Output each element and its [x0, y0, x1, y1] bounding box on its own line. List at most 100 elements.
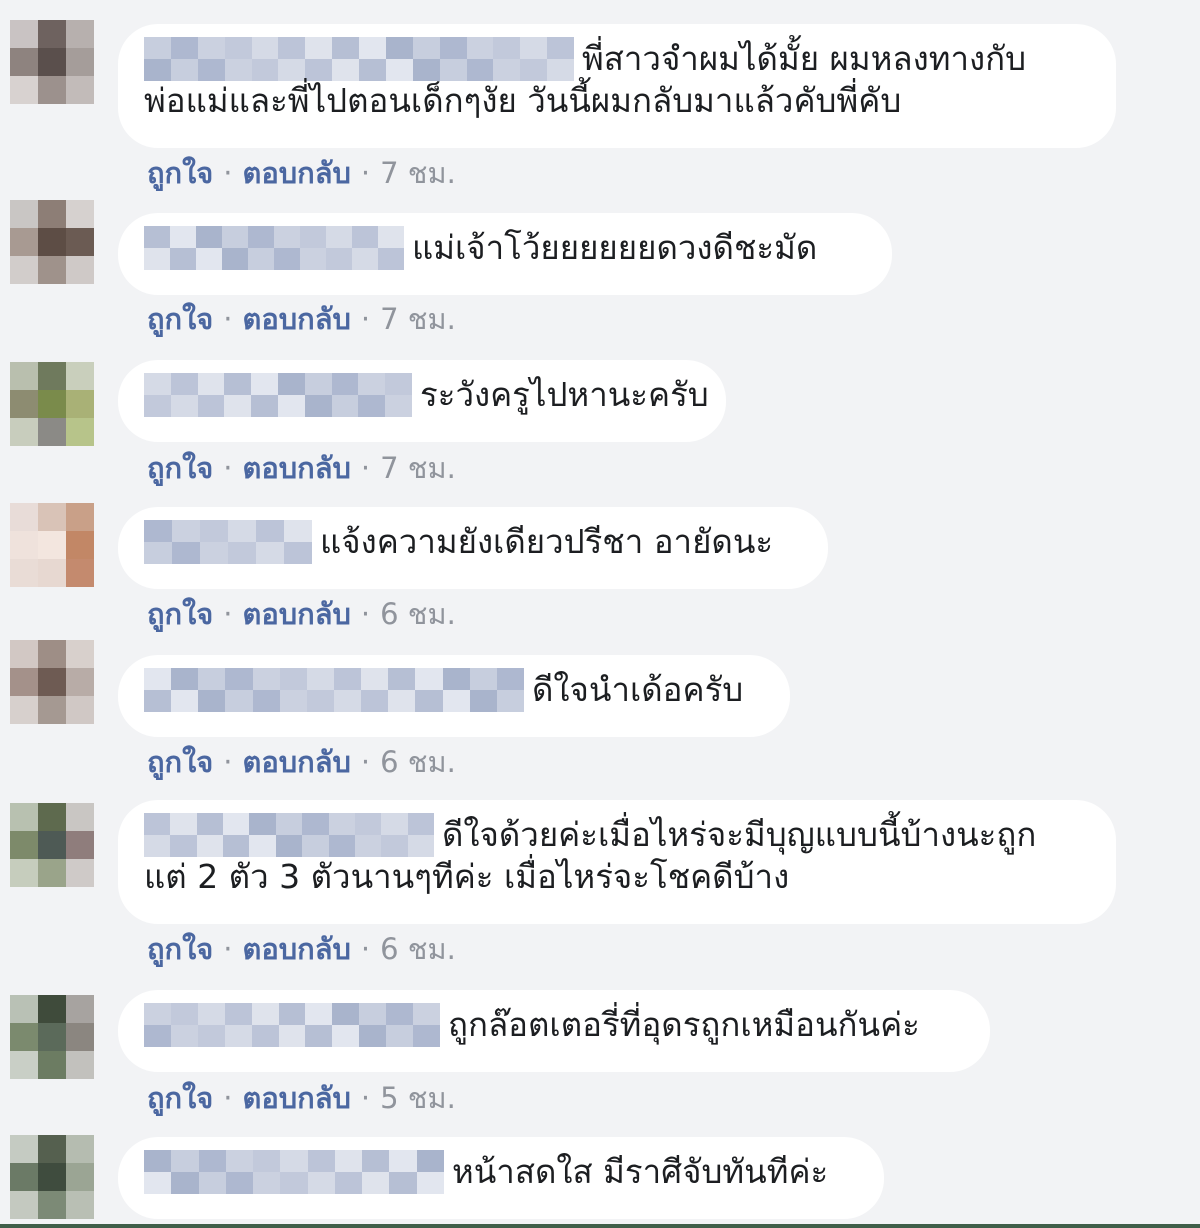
redaction-block	[170, 373, 198, 417]
like-link[interactable]: ถูกใจ	[147, 1081, 213, 1115]
redaction-cell	[171, 1172, 199, 1194]
like-link[interactable]: ถูกใจ	[147, 156, 213, 190]
redaction-block	[224, 37, 252, 81]
redaction-cell	[306, 690, 334, 712]
redaction-cell	[278, 1003, 306, 1025]
avatar-pixel	[10, 503, 38, 531]
avatar-pixel	[38, 696, 66, 724]
redaction-block	[305, 1003, 333, 1047]
avatar[interactable]	[10, 20, 94, 104]
avatar-pixel	[10, 668, 38, 696]
comment-actions: ถูกใจ · ตอบกลับ · 5 ชม.	[147, 1075, 456, 1121]
reply-link[interactable]: ตอบกลับ	[243, 1081, 351, 1115]
redaction-cell	[332, 1003, 360, 1025]
avatar-pixel	[38, 1163, 66, 1191]
redaction-block	[144, 813, 171, 857]
redaction-block	[389, 1150, 417, 1194]
redaction-cell	[278, 59, 306, 81]
comment-actions: ถูกใจ · ตอบกลับ · 6 ชม.	[147, 926, 456, 972]
comment-timestamp[interactable]: 7 ชม.	[380, 302, 456, 336]
avatar[interactable]	[10, 995, 94, 1079]
avatar-pixel	[66, 362, 94, 390]
commenter-name-redacted[interactable]	[144, 520, 312, 564]
like-link[interactable]: ถูกใจ	[147, 932, 213, 966]
avatar[interactable]	[10, 362, 94, 446]
redaction-cell	[251, 1003, 279, 1025]
reply-link[interactable]: ตอบกลับ	[243, 597, 351, 631]
comment-timestamp[interactable]: 6 ชม.	[380, 597, 456, 631]
redaction-block	[144, 1003, 171, 1047]
redaction-cell	[171, 668, 199, 690]
reply-link[interactable]: ตอบกลับ	[243, 451, 351, 485]
avatar[interactable]	[10, 640, 94, 724]
comment-bubble: แม่เจ้าโว้ยยยยยยดวงดีชะมัด	[118, 213, 892, 295]
commenter-name-redacted[interactable]	[144, 226, 404, 270]
redaction-block	[248, 226, 274, 270]
commenter-name-redacted[interactable]	[144, 668, 524, 712]
like-link[interactable]: ถูกใจ	[147, 302, 213, 336]
comment-timestamp[interactable]: 5 ชม.	[380, 1081, 456, 1115]
redaction-cell	[284, 542, 312, 564]
redaction-cell	[222, 248, 248, 270]
redaction-cell	[333, 668, 362, 690]
reply-link[interactable]: ตอบกลับ	[243, 302, 351, 336]
separator-dot: ·	[360, 745, 371, 779]
like-link[interactable]: ถูกใจ	[147, 745, 213, 779]
redaction-block	[307, 1150, 335, 1194]
avatar-pixel	[10, 76, 38, 104]
redaction-block	[249, 813, 276, 857]
reply-link[interactable]: ตอบกลับ	[243, 745, 351, 779]
redaction-block	[352, 226, 378, 270]
like-link[interactable]: ถูกใจ	[147, 597, 213, 631]
comment-line: ถูกล๊อตเตอรี่ที่อุดรถูกเหมือนกันค่ะ	[144, 1003, 964, 1047]
redaction-cell	[278, 1025, 306, 1047]
redaction-cell	[302, 835, 329, 857]
avatar-pixel	[38, 1135, 66, 1163]
redaction-cell	[196, 835, 224, 857]
avatar[interactable]	[10, 803, 94, 887]
avatar-pixel	[66, 1023, 94, 1051]
avatar-pixel	[10, 362, 38, 390]
redaction-cell	[170, 226, 196, 248]
avatar-pixel	[66, 1163, 94, 1191]
reply-link[interactable]: ตอบกลับ	[243, 932, 351, 966]
commenter-name-redacted[interactable]	[144, 373, 412, 417]
commenter-name-redacted[interactable]	[144, 813, 434, 857]
comment-bubble: ดีใจนำเด้อครับ	[118, 655, 790, 737]
redaction-cell	[252, 690, 280, 712]
redaction-block	[333, 668, 362, 712]
commenter-name-redacted[interactable]	[144, 1150, 444, 1194]
redaction-cell	[144, 1003, 171, 1025]
redaction-cell	[385, 37, 413, 59]
redaction-cell	[412, 37, 440, 59]
redaction-cell	[307, 1150, 335, 1172]
comment-timestamp[interactable]: 7 ชม.	[380, 451, 456, 485]
comment-line: พ่อแม่และพี่ไปตอนเด็กๆงัย วันนี้ผมกลับมา…	[144, 80, 1090, 122]
like-link[interactable]: ถูกใจ	[147, 451, 213, 485]
redaction-block	[225, 1150, 254, 1194]
comment-timestamp[interactable]: 6 ชม.	[380, 932, 456, 966]
redaction-block	[359, 1003, 387, 1047]
avatar-pixel	[66, 48, 94, 76]
redaction-cell	[170, 59, 198, 81]
avatar[interactable]	[10, 503, 94, 587]
redaction-block	[547, 37, 574, 81]
reply-link[interactable]: ตอบกลับ	[243, 156, 351, 190]
separator-dot: ·	[223, 451, 233, 485]
commenter-name-redacted[interactable]	[144, 1003, 440, 1047]
redaction-block	[332, 1003, 360, 1047]
comment-timestamp[interactable]: 6 ชม.	[380, 745, 456, 779]
comment-line: แจ้งความยังเดียวปรีชา อายัดนะ	[144, 520, 802, 564]
redaction-cell	[328, 813, 355, 835]
commenter-name-redacted[interactable]	[144, 37, 574, 81]
redaction-cell	[469, 668, 497, 690]
redaction-block	[358, 373, 386, 417]
avatar-pixel	[38, 1051, 66, 1079]
avatar-pixel	[66, 200, 94, 228]
comment-timestamp[interactable]: 7 ชม.	[380, 156, 456, 190]
redaction-cell	[354, 813, 382, 835]
avatar[interactable]	[10, 1135, 94, 1219]
separator-dot: ·	[223, 745, 233, 779]
redaction-cell	[413, 1025, 440, 1047]
avatar[interactable]	[10, 200, 94, 284]
